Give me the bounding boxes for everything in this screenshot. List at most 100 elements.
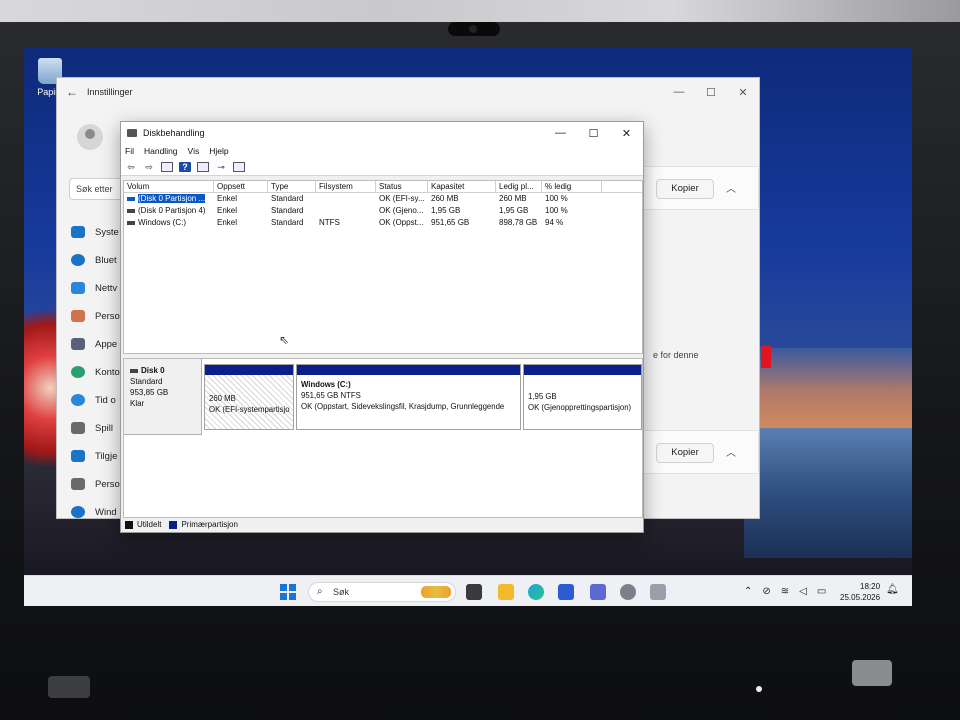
close-icon[interactable]: ✕ [727, 86, 759, 99]
maximize-icon[interactable]: ☐ [695, 86, 727, 99]
back-arrow-icon[interactable]: ⇦ [125, 162, 137, 172]
monitor-icon [71, 226, 85, 238]
disk-management-window: Diskbehandling — ☐ ✕ Fil Handling Vis Hj… [120, 121, 644, 533]
settings-titlebar: ← Innstillinger — ☐ ✕ [57, 78, 759, 106]
chevron-up-icon[interactable]: ︿ [726, 180, 736, 195]
dm-menubar: Fil Handling Vis Hjelp [121, 144, 643, 158]
settings-gear-icon[interactable] [620, 584, 636, 600]
column-header[interactable]: Filsystem [316, 181, 376, 192]
start-button[interactable] [280, 584, 296, 600]
shield-icon [71, 478, 85, 490]
partition-band [205, 365, 293, 375]
update-icon [71, 506, 85, 518]
speaker-icon[interactable]: ◁ [799, 586, 807, 597]
disk-management-icon [127, 129, 137, 137]
column-header[interactable]: % ledig [542, 181, 602, 192]
store-icon[interactable] [558, 584, 574, 600]
connect-icon[interactable]: ⊸ [215, 162, 227, 172]
dm-titlebar: Diskbehandling — ☐ ✕ [121, 122, 643, 144]
console-icon[interactable] [233, 161, 245, 172]
taskbar: ⌕ Søk ⌃ ⊘ ≋ ◁ ▭ 18:20 25.05.2026 🔔︎ [24, 575, 912, 606]
menu-action[interactable]: Handling [144, 144, 178, 158]
minimize-icon[interactable]: — [663, 86, 695, 98]
properties-icon[interactable] [197, 161, 209, 172]
avatar[interactable] [77, 124, 103, 150]
person-icon [71, 366, 85, 378]
dm-toolbar: ⇦ ⇨ ? ⊸ [121, 158, 643, 176]
legend: Utildelt Primærpartisjon [125, 520, 238, 529]
clock[interactable]: 18:20 25.05.2026 [840, 581, 880, 603]
column-header[interactable]: Volum [124, 181, 214, 192]
table-header: Volum Oppsett Type Filsystem Status Kapa… [124, 181, 642, 193]
partition-band [524, 365, 641, 375]
column-header[interactable]: Kapasitet [428, 181, 496, 192]
table-row[interactable]: Windows (C:) Enkel Standard NTFS OK (Opp… [124, 217, 642, 229]
maximize-icon[interactable]: ☐ [577, 127, 610, 140]
column-header[interactable]: Type [268, 181, 316, 192]
photo-background [0, 0, 960, 22]
hinge-right [852, 660, 892, 686]
accessibility-icon [71, 450, 85, 462]
partition-efi[interactable]: 260 MB OK (EFI-systempartisjo [204, 364, 294, 430]
task-view-icon[interactable] [466, 584, 482, 600]
disk-0-label[interactable]: Disk 0 Standard 953,85 GB Klar [124, 359, 202, 435]
primary-swatch [169, 520, 178, 529]
brush-icon [71, 310, 85, 322]
forward-arrow-icon[interactable]: ⇨ [143, 162, 155, 172]
volume-icon [127, 208, 135, 213]
column-header[interactable]: Oppsett [214, 181, 268, 192]
network-app-icon[interactable] [590, 584, 606, 600]
gamepad-icon [71, 422, 85, 434]
legend-primary: Primærpartisjon [181, 520, 238, 529]
unallocated-swatch [125, 520, 133, 529]
webcam [448, 22, 500, 36]
copy-button[interactable]: Kopier [656, 443, 714, 463]
wallpaper-sea [744, 428, 912, 558]
globe-clock-icon [71, 394, 85, 406]
volume-icon [127, 220, 135, 225]
disk-graphical-view: Disk 0 Standard 953,85 GB Klar 260 MB OK… [123, 358, 643, 518]
screen: Papirk ← Innstillinger — ☐ ✕ Søk etter S… [24, 48, 912, 606]
list-view-icon[interactable] [161, 161, 173, 172]
menu-help[interactable]: Hjelp [209, 144, 228, 158]
disk-management-taskbar-icon[interactable] [650, 584, 666, 600]
back-arrow-icon[interactable]: ← [57, 85, 87, 99]
chevron-up-icon[interactable]: ⌃ [744, 586, 752, 597]
menu-file[interactable]: Fil [125, 144, 134, 158]
help-icon[interactable]: ? [179, 161, 191, 172]
copy-button[interactable]: Kopier [656, 179, 714, 199]
battery-icon[interactable]: ▭ [817, 586, 826, 597]
bluetooth-icon [71, 254, 85, 266]
partition-recovery[interactable]: 1,95 GB OK (Gjenopprettingspartisjon) [523, 364, 642, 430]
edge-icon[interactable] [528, 584, 544, 600]
close-icon[interactable]: ✕ [610, 127, 643, 140]
menu-view[interactable]: Vis [188, 144, 200, 158]
disk-icon [130, 368, 138, 373]
red-marker [761, 346, 771, 368]
taskbar-search[interactable]: ⌕ Søk [308, 582, 456, 602]
legend-unallocated: Utildelt [137, 520, 162, 529]
table-row[interactable]: (Disk 0 Partisjon 4) Enkel Standard OK (… [124, 205, 642, 217]
volume-icon [127, 196, 135, 201]
table-row[interactable]: (Disk 0 Partisjon ... Enkel Standard OK … [124, 193, 642, 205]
minimize-icon[interactable]: — [544, 127, 577, 139]
apps-icon [71, 338, 85, 350]
volume-table: Volum Oppsett Type Filsystem Status Kapa… [123, 180, 643, 354]
partition-band [297, 365, 520, 375]
search-icon: ⌕ [317, 586, 323, 597]
power-led [756, 686, 762, 692]
hinge-left [48, 676, 90, 698]
column-header[interactable]: Status [376, 181, 428, 192]
mouse-cursor-icon: ⇖ [279, 333, 290, 347]
file-explorer-icon[interactable] [498, 584, 514, 600]
settings-title: Innstillinger [87, 87, 133, 97]
chevron-up-icon[interactable]: ︿ [726, 444, 736, 459]
cloud-off-icon[interactable]: ⊘ [762, 586, 770, 597]
wifi-icon[interactable]: ≋ [781, 586, 789, 597]
dm-title: Diskbehandling [143, 128, 205, 138]
wifi-icon [71, 282, 85, 294]
notification-bell-icon[interactable]: 🔔︎ [886, 584, 899, 595]
column-header[interactable]: Ledig pl... [496, 181, 542, 192]
partition-windows-c[interactable]: Windows (C:) 951,65 GB NTFS OK (Oppstart… [296, 364, 521, 430]
system-tray: ⌃ ⊘ ≋ ◁ ▭ [744, 586, 826, 597]
